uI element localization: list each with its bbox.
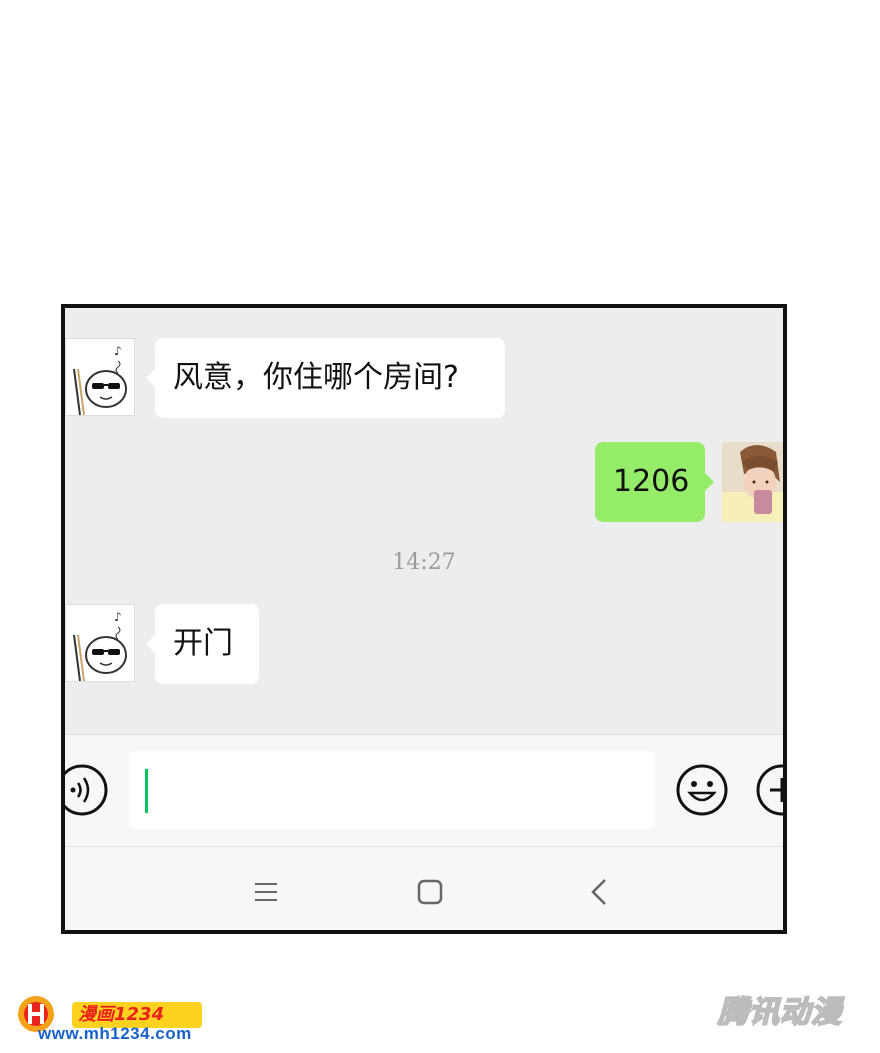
incoming-message-bubble[interactable]: 风意，你住哪个房间? — [146, 338, 505, 418]
sunglasses-doodle-avatar-icon: ♪ — [66, 605, 134, 681]
sunglasses-doodle-avatar-icon: ♪ — [66, 339, 134, 415]
contact-avatar[interactable]: ♪ — [65, 338, 135, 416]
menu-button[interactable] — [251, 877, 281, 907]
chat-screen: ♪ 风意，你住哪个房间? 1206 14:27 ♪ 开门 — [61, 304, 787, 934]
message-timestamp: 14:27 — [392, 550, 456, 575]
message-list[interactable]: ♪ 风意，你住哪个房间? 1206 14:27 ♪ 开门 — [65, 308, 783, 734]
contact-avatar[interactable]: ♪ — [65, 604, 135, 682]
user-portrait-avatar-icon — [722, 442, 783, 522]
menu-icon — [255, 883, 277, 901]
svg-text:♪: ♪ — [114, 344, 122, 358]
message-input[interactable] — [129, 751, 655, 829]
home-icon — [417, 879, 443, 905]
incoming-message-bubble[interactable]: 开门 — [146, 604, 259, 684]
publisher-watermark: 腾讯动漫 — [717, 994, 842, 1031]
plus-icon — [756, 764, 783, 816]
back-button[interactable] — [585, 877, 615, 907]
message-input-bar — [65, 734, 783, 846]
message-text: 风意，你住哪个房间? — [173, 360, 459, 395]
emoji-button[interactable] — [675, 763, 729, 817]
plus-button[interactable] — [755, 763, 783, 817]
outgoing-message-bubble[interactable]: 1206 — [595, 442, 714, 522]
voice-button[interactable] — [65, 763, 109, 817]
message-text: 1206 — [613, 464, 690, 499]
site-url: www.mh1234.com — [38, 1024, 192, 1043]
user-avatar[interactable] — [722, 442, 783, 522]
system-nav-bar — [65, 846, 783, 930]
back-icon — [591, 879, 606, 905]
site-logo: 漫画1234 www.mh1234.com — [14, 994, 204, 1050]
svg-text:♪: ♪ — [114, 610, 122, 624]
emoji-icon — [676, 764, 728, 816]
voice-icon — [65, 764, 108, 816]
message-text: 开门 — [173, 626, 233, 661]
text-caret — [145, 769, 148, 813]
home-button[interactable] — [415, 877, 445, 907]
